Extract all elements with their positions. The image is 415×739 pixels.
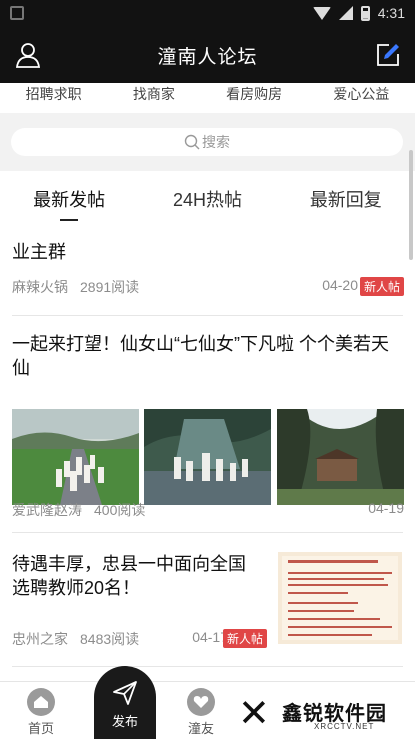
post-date: 04-19 [368, 500, 404, 516]
publish-button[interactable]: 发布 [94, 666, 156, 739]
category-charity[interactable]: 爱心公益 [333, 83, 389, 104]
post-item[interactable]: 待遇丰厚，忠县一中面向全国选聘教师20名！ 忠州之家 8483阅读 04-17 … [12, 552, 404, 662]
post-image [12, 409, 139, 505]
search-input[interactable]: 搜索 [11, 128, 403, 156]
tab-label: 最新发帖 [33, 190, 106, 210]
tab-24h-hot[interactable]: 24H热帖 [138, 171, 276, 223]
post-title: 业主群 [12, 242, 66, 262]
wifi-icon [312, 6, 331, 20]
app-header: 潼南人论坛 [0, 28, 415, 83]
post-item[interactable]: 一起来打望！仙女山“七仙女”下凡啦 个个美若天仙 爱武隆赵涛 400阅读 04-… [12, 332, 404, 522]
signal-icon [338, 6, 353, 20]
divider [12, 315, 403, 316]
post-author: 爱武隆赵涛 [12, 502, 82, 518]
nav-home[interactable]: 首页 [11, 682, 71, 737]
category-bar: 招聘求职 找商家 看房购房 爱心公益 [0, 83, 415, 113]
post-author: 麻辣火锅 [12, 279, 68, 295]
heart-icon [187, 688, 215, 716]
page-title: 潼南人论坛 [157, 47, 258, 68]
category-housing[interactable]: 看房购房 [226, 83, 282, 104]
search-icon [184, 134, 200, 150]
post-title: 待遇丰厚，忠县一中面向全国选聘教师20名！ [12, 554, 246, 598]
tab-latest-posts[interactable]: 最新发帖 [0, 171, 138, 223]
divider [12, 666, 403, 667]
status-time: 4:31 [377, 5, 405, 21]
nav-label: 潼友 [187, 721, 214, 736]
nav-friends[interactable]: 潼友 [171, 682, 231, 737]
feed-tabs: 最新发帖 24H热帖 最新回复 [0, 171, 415, 223]
post-image [277, 409, 404, 505]
new-post-badge: 新人帖 [359, 277, 404, 296]
watermark-logo: ✕ [238, 691, 270, 735]
search-section: 搜索 [0, 113, 415, 171]
post-title: 一起来打望！仙女山“七仙女”下凡啦 个个美若天仙 [12, 334, 389, 378]
status-icons: 4:31 [312, 5, 405, 21]
scrollbar[interactable] [409, 150, 413, 260]
search-placeholder: 搜索 [202, 134, 230, 150]
new-post-badge: 新人帖 [222, 629, 267, 648]
status-bar: 4:31 [0, 0, 415, 28]
nav-label: 首页 [27, 721, 54, 736]
post-reads: 8483阅读 [80, 631, 140, 647]
tab-latest-replies[interactable]: 最新回复 [277, 171, 415, 223]
publish-label: 发布 [111, 714, 138, 729]
notification-icon [10, 6, 24, 20]
post-reads: 400阅读 [94, 502, 146, 518]
post-author: 忠州之家 [12, 631, 68, 647]
active-tab-indicator [60, 219, 79, 221]
home-icon [27, 688, 55, 716]
post-image [278, 552, 402, 644]
post-image [144, 409, 271, 505]
tab-label: 24H热帖 [172, 190, 242, 210]
battery-icon [360, 5, 370, 21]
send-icon [113, 681, 137, 705]
category-jobs[interactable]: 招聘求职 [26, 83, 82, 104]
divider [12, 532, 403, 533]
post-item[interactable]: 业主群 麻辣火锅 2891阅读 04-20 新人帖 [12, 240, 404, 302]
category-merchants[interactable]: 找商家 [133, 83, 175, 104]
post-reads: 2891阅读 [80, 279, 140, 295]
post-date: 04-20 [322, 277, 358, 293]
watermark: ✕ 鑫锐软件园 XRCCTV.NET [232, 689, 402, 737]
watermark-url: XRCCTV.NET [314, 722, 375, 731]
edit-icon[interactable] [375, 42, 401, 68]
tab-label: 最新回复 [309, 190, 382, 210]
